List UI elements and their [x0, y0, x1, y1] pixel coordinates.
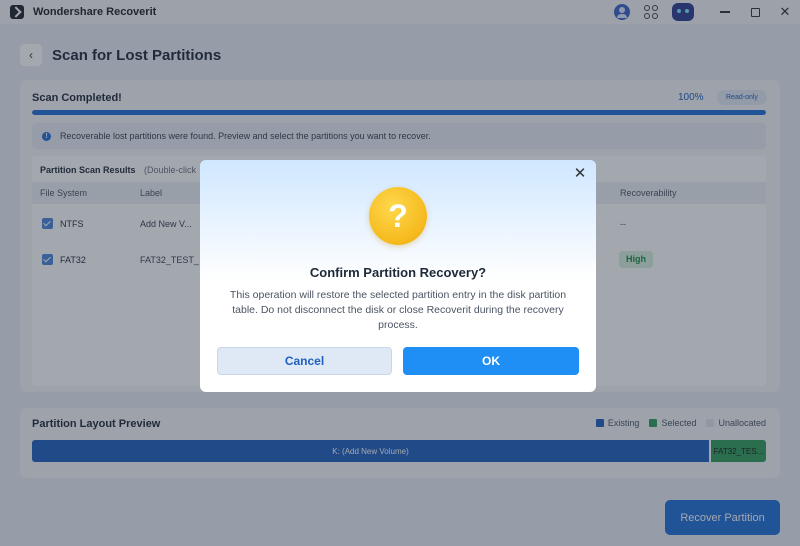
question-mark-icon: ?	[369, 187, 427, 245]
cancel-button[interactable]: Cancel	[217, 347, 392, 375]
dialog-title: Confirm Partition Recovery?	[309, 265, 487, 280]
dialog-message: This operation will restore the selected…	[229, 289, 567, 331]
close-icon[interactable]: ✕	[572, 166, 588, 182]
confirm-dialog: ✕ ? Confirm Partition Recovery? This ope…	[200, 160, 596, 392]
ok-button[interactable]: OK	[403, 347, 579, 375]
